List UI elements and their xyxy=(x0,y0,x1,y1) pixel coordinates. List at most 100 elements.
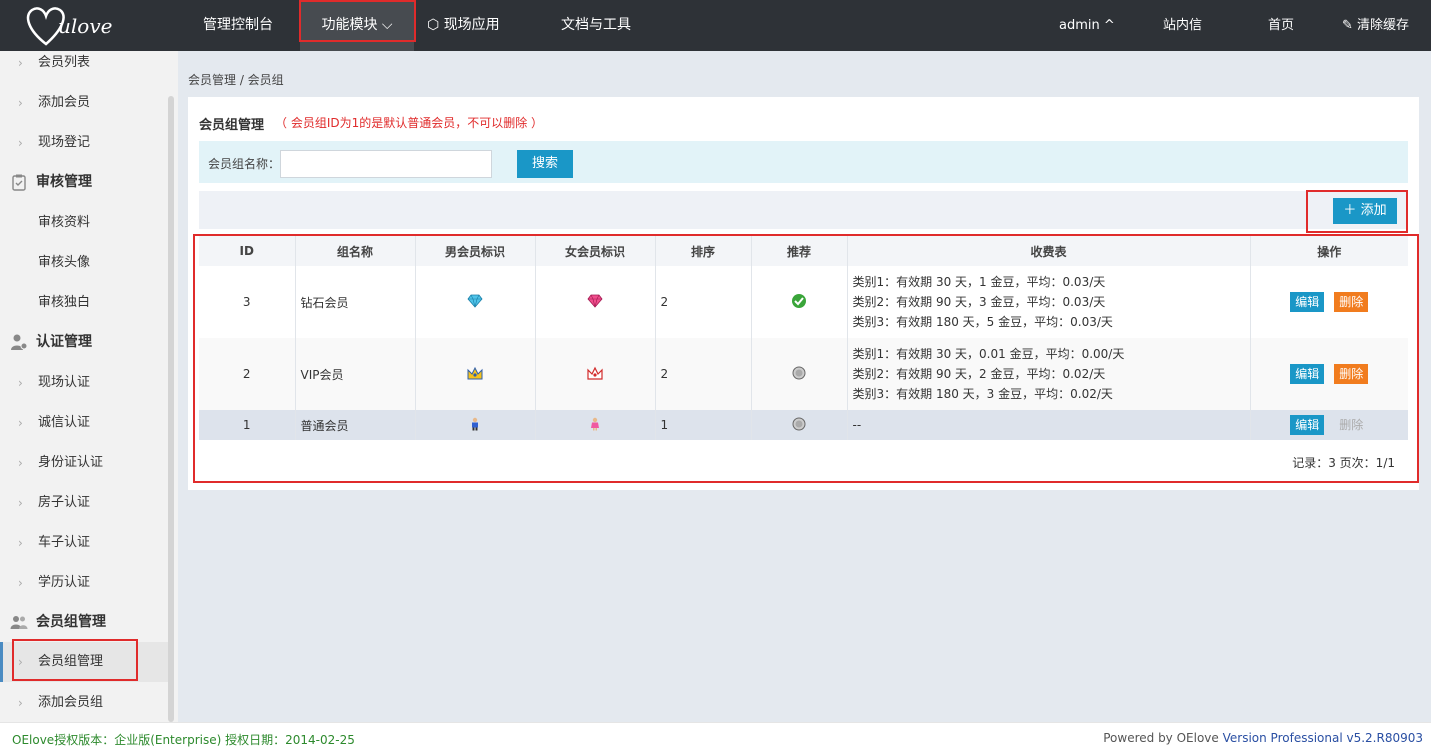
nav-docs[interactable]: 文档与工具 xyxy=(539,0,653,51)
chevron-right-icon: › xyxy=(18,496,23,510)
sidebar-item-add-member[interactable]: › 添加会员 xyxy=(0,83,168,123)
nav-onsite[interactable]: ⬡ 现场应用 xyxy=(405,0,522,51)
cell-male-badge xyxy=(415,410,536,440)
clear-cache-label: 清除缓存 xyxy=(1357,18,1410,33)
cell-fee-table: 类别1：有效期 30 天，1 金豆，平均：0.03/天 类别2：有效期 90 天… xyxy=(847,266,1251,338)
col-recommend: 推荐 xyxy=(751,236,848,266)
sidebar-item-house-cert[interactable]: › 房子认证 xyxy=(0,483,168,523)
cell-male-badge xyxy=(415,266,536,338)
search-label: 会员组名称： xyxy=(208,157,281,171)
version-link[interactable]: Version Professional v5.2.R80903 xyxy=(1223,731,1423,745)
search-bar: 会员组名称： 搜索 xyxy=(199,141,1408,183)
cell-recommend xyxy=(751,338,848,410)
sidebar-item-edu-cert[interactable]: › 学历认证 xyxy=(0,563,168,603)
cell-recommend xyxy=(751,410,848,440)
radio-empty-icon[interactable] xyxy=(792,366,806,380)
chevron-right-icon: › xyxy=(18,416,23,430)
edit-button[interactable]: 编辑 xyxy=(1290,292,1325,312)
clipboard-check-icon xyxy=(12,174,26,191)
powered-by: Powered by OElove Version Professional v… xyxy=(1103,731,1423,745)
member-group-table: ID 组名称 男会员标识 女会员标识 排序 推荐 收费表 操作 3 钻石会员 2… xyxy=(199,236,1408,440)
sidebar-scrollbar[interactable] xyxy=(168,96,174,722)
sidebar-item-audit-avatar[interactable]: 审核头像 xyxy=(0,243,168,283)
search-button[interactable]: 搜索 xyxy=(517,150,573,178)
check-green-icon[interactable] xyxy=(791,293,807,309)
fee-line: -- xyxy=(852,418,862,432)
users-icon xyxy=(10,616,28,629)
powered-by-text: Powered by OElove xyxy=(1103,731,1223,745)
cell-sort: 1 xyxy=(655,410,752,440)
col-male-badge: 男会员标识 xyxy=(415,236,536,266)
col-fee-table: 收费表 xyxy=(847,236,1251,266)
add-button-label: 添加 xyxy=(1360,203,1387,218)
sidebar-item-audit-profile[interactable]: 审核资料 xyxy=(0,203,168,243)
home-link[interactable]: 首页 xyxy=(1268,0,1294,51)
sidebar-item-member-list[interactable]: › 会员列表 xyxy=(0,51,168,83)
page-note: （ 会员组ID为1的是默认普通会员，不可以删除 ） xyxy=(275,116,544,130)
cell-male-badge xyxy=(415,338,536,410)
fee-line: 类别1：有效期 30 天，1 金豆，平均：0.03/天 xyxy=(852,275,1106,289)
add-group-button[interactable]: ＋ 添加 xyxy=(1333,198,1397,224)
logo-text: ulove xyxy=(58,14,113,38)
delete-button[interactable]: 删除 xyxy=(1334,292,1369,312)
sidebar: › 会员列表 › 添加会员 › 现场登记 审核管理 审核资料 审核头像 审核独白 认证… xyxy=(0,51,178,722)
footer: OElove授权版本：企业版(Enterprise) 授权日期：2014-02-… xyxy=(0,722,1431,752)
chevron-right-icon: › xyxy=(18,536,23,550)
brush-icon: ✎ xyxy=(1342,18,1353,33)
delete-button[interactable]: 删除 xyxy=(1334,364,1369,384)
chevron-right-icon: › xyxy=(18,655,23,669)
pagination-info: 记录：3 页次：1/1 xyxy=(1292,456,1395,470)
sidebar-group-cert[interactable]: 认证管理 xyxy=(0,322,168,362)
cube-icon: ⬡ xyxy=(427,17,440,33)
crown-gold-icon xyxy=(467,366,483,379)
col-actions: 操作 xyxy=(1250,236,1408,266)
diamond-pink-icon xyxy=(587,294,603,308)
chevron-right-icon: › xyxy=(18,136,23,150)
content-panel: 会员组管理 （ 会员组ID为1的是默认普通会员，不可以删除 ） 会员组名称： 搜… xyxy=(188,97,1419,490)
clear-cache-link[interactable]: ✎ 清除缓存 xyxy=(1342,0,1409,51)
col-sort: 排序 xyxy=(655,236,752,266)
cell-name: VIP会员 xyxy=(295,338,416,410)
cell-female-badge xyxy=(535,266,656,338)
sidebar-item-car-cert[interactable]: › 车子认证 xyxy=(0,523,168,563)
sidebar-item-member-group-manage[interactable]: › 会员组管理 xyxy=(0,642,168,682)
sidebar-item-integrity-cert[interactable]: › 诚信认证 xyxy=(0,403,168,443)
diamond-blue-icon xyxy=(467,294,483,308)
col-female-badge: 女会员标识 xyxy=(535,236,656,266)
nav-dashboard[interactable]: 管理控制台 xyxy=(181,0,295,51)
cell-name: 普通会员 xyxy=(295,410,416,440)
nav-modules-label: 功能模块 xyxy=(321,17,378,33)
sidebar-item-audit-monologue[interactable]: 审核独白 xyxy=(0,283,168,323)
cell-id: 1 xyxy=(199,410,296,440)
page-title: 会员组管理 xyxy=(199,118,265,133)
group-name-search-input[interactable] xyxy=(280,150,492,178)
chevron-down-icon: ⌵ xyxy=(381,17,393,33)
chevron-right-icon: › xyxy=(18,696,23,710)
col-name: 组名称 xyxy=(295,236,416,266)
sidebar-item-add-member-group[interactable]: › 添加会员组 xyxy=(0,683,168,722)
cell-female-badge xyxy=(535,338,656,410)
sidebar-item-onsite-cert[interactable]: › 现场认证 xyxy=(0,363,168,403)
sidebar-item-id-cert[interactable]: › 身份证认证 xyxy=(0,443,168,483)
table-header-row: ID 组名称 男会员标识 女会员标识 排序 推荐 收费表 操作 xyxy=(199,236,1408,266)
nav-modules[interactable]: 功能模块 ⌵ xyxy=(300,0,414,51)
person-pink-icon xyxy=(591,417,599,430)
sidebar-item-onsite-register[interactable]: › 现场登记 xyxy=(0,123,168,163)
crown-red-icon xyxy=(587,366,603,380)
edit-button[interactable]: 编辑 xyxy=(1290,415,1325,435)
edit-button[interactable]: 编辑 xyxy=(1290,364,1325,384)
user-menu[interactable]: admin ^ xyxy=(1059,0,1115,51)
messages-link[interactable]: 站内信 xyxy=(1163,0,1202,51)
cell-name: 钻石会员 xyxy=(295,266,416,338)
user-name: admin xyxy=(1059,18,1100,33)
radio-empty-icon[interactable] xyxy=(792,417,806,431)
fee-line: 类别3：有效期 180 天，3 金豆，平均：0.02/天 xyxy=(852,387,1113,401)
delete-button-disabled: 删除 xyxy=(1339,418,1364,432)
sidebar-group-member-group[interactable]: 会员组管理 xyxy=(0,602,168,642)
cell-female-badge xyxy=(535,410,656,440)
fee-line: 类别2：有效期 90 天，2 金豆，平均：0.02/天 xyxy=(852,367,1106,381)
sidebar-group-audit[interactable]: 审核管理 xyxy=(0,162,168,202)
plus-icon: ＋ xyxy=(1343,203,1357,218)
license-info: OElove授权版本：企业版(Enterprise) 授权日期：2014-02-… xyxy=(12,733,355,747)
cell-id: 2 xyxy=(199,338,296,410)
